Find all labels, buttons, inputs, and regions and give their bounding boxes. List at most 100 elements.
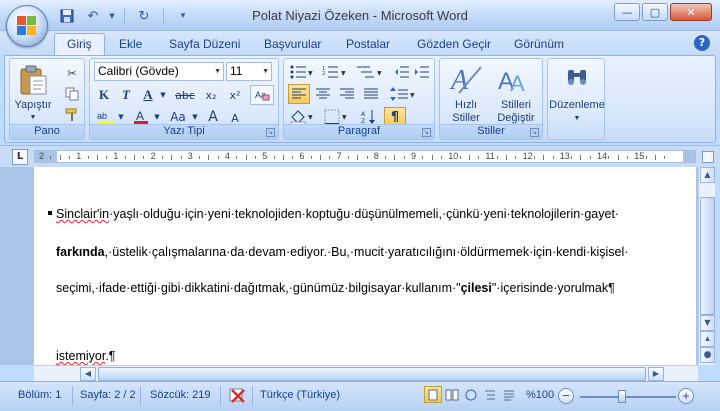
underline-button[interactable]: A (138, 85, 158, 105)
tab-gozden-gecir[interactable]: Gözden Geçir (417, 34, 491, 55)
tab-ekle[interactable]: Ekle (119, 34, 142, 55)
italic-button[interactable]: T (116, 85, 136, 105)
text-line-3[interactable]: seçimi,·ifade·ettiği·gibi·dikkatini·dağı… (56, 281, 615, 295)
cut-icon[interactable]: ✂ (62, 63, 82, 83)
print-layout-view-icon[interactable] (424, 386, 442, 403)
ruler-tick (431, 155, 433, 160)
maximize-button[interactable]: ▢ (642, 3, 668, 21)
align-right-icon[interactable] (336, 84, 358, 104)
select-browse-object-icon[interactable]: ● (700, 347, 715, 363)
line-spacing-icon[interactable]: ▼ (388, 84, 418, 104)
zoom-slider-knob[interactable] (618, 390, 626, 403)
format-painter-icon[interactable] (62, 105, 82, 125)
help-icon[interactable]: ? (694, 35, 710, 51)
zoom-slider[interactable] (580, 396, 676, 398)
misspelled-word[interactable]: istemiyor (56, 349, 105, 363)
outline-view-icon[interactable] (481, 386, 499, 403)
scroll-up-icon[interactable]: ▲ (700, 167, 715, 183)
increase-indent-icon[interactable] (412, 62, 432, 81)
font-size-combo[interactable]: 11 ▼ (226, 62, 272, 81)
paste-icon[interactable] (16, 63, 50, 97)
vertical-scroll-thumb[interactable] (700, 197, 715, 315)
office-button[interactable] (6, 5, 48, 47)
binoculars-icon[interactable] (562, 63, 592, 91)
horizontal-scrollbar[interactable]: ◀ ▶ (34, 365, 698, 381)
vertical-scrollbar[interactable]: ▲ ▼ ▴ ● (698, 167, 715, 365)
numbering-icon[interactable]: 1 2 ▼ (320, 62, 350, 81)
ruler-tick (626, 156, 628, 159)
web-layout-view-icon[interactable] (462, 386, 480, 403)
horizontal-scroll-thumb[interactable] (98, 367, 646, 381)
zoom-in-button[interactable]: + (678, 388, 694, 404)
word-count[interactable]: Sözcük: 219 (150, 389, 211, 401)
copy-icon[interactable] (62, 84, 82, 104)
text-line-2[interactable]: farkında,·üstelik·çalışmalarına·da·devam… (56, 245, 628, 259)
ruler-tick (161, 156, 163, 159)
editing-dropdown-icon[interactable]: ▼ (572, 112, 582, 125)
bullets-icon[interactable]: ▼ (288, 62, 316, 81)
ruler-tick (608, 156, 610, 159)
font-dialog-launcher-icon[interactable]: ↘ (266, 128, 275, 137)
scroll-left-icon[interactable]: ◀ (80, 367, 96, 381)
tab-gorunum[interactable]: Görünüm (514, 34, 564, 55)
paste-dropdown-icon[interactable]: ▼ (28, 111, 38, 124)
editing-button[interactable]: Düzenleme (548, 99, 606, 112)
draft-view-icon[interactable] (500, 386, 518, 403)
decrease-indent-icon[interactable] (392, 62, 412, 81)
font-name-combo[interactable]: Calibri (Gövde) ▼ (94, 62, 224, 81)
document-page[interactable]: Sinclair'in·yaşlı·olduğu·için·yeni·tekno… (34, 167, 696, 365)
bold-button[interactable]: K (94, 85, 114, 105)
change-styles-label-1[interactable]: Stilleri (490, 99, 542, 112)
tab-selector-icon[interactable]: L (12, 149, 28, 165)
ruler-tick (645, 156, 647, 159)
horizontal-ruler[interactable]: 2 1 1 2 3 4 5 6 7 8 9 10 11 12 13 14 15 (34, 150, 696, 163)
tab-giris[interactable]: Giriş (54, 33, 105, 55)
quick-styles-icon[interactable]: A (448, 62, 484, 96)
styles-dialog-launcher-icon[interactable]: ↘ (530, 128, 539, 137)
justify-icon[interactable] (360, 84, 382, 104)
superscript-button[interactable]: x² (224, 85, 246, 105)
tab-postalar[interactable]: Postalar (346, 34, 390, 55)
text-run: .¶ (105, 349, 116, 363)
zoom-level[interactable]: %100 (526, 389, 554, 401)
subscript-button[interactable]: x₂ (200, 85, 222, 105)
tab-basvurular[interactable]: Başvurular (264, 34, 321, 55)
svg-text:▼: ▼ (342, 114, 347, 121)
group-yazi-tipi: Calibri (Gövde) ▼ 11 ▼ K T A ▼ abc x₂ x²… (89, 58, 279, 140)
multilevel-list-icon[interactable]: ▼ (354, 62, 386, 81)
text-line-4[interactable]: istemiyor.¶ (56, 349, 116, 363)
quick-styles-label-1[interactable]: Hızlı (442, 99, 490, 112)
previous-page-icon[interactable]: ▴ (700, 331, 715, 347)
tab-sayfa-duzeni[interactable]: Sayfa Düzeni (169, 34, 240, 55)
page-indicator[interactable]: Sayfa: 2 / 2 (80, 389, 136, 401)
paragraph-mark-icon (48, 211, 52, 215)
section-indicator[interactable]: Bölüm: 1 (18, 389, 61, 401)
scroll-down-icon[interactable]: ▼ (700, 315, 715, 331)
text-line-1[interactable]: Sinclair'in·yaşlı·olduğu·için·yeni·tekno… (56, 207, 619, 221)
ruler-tick (552, 156, 554, 159)
ruler-tick (385, 156, 387, 159)
minimize-button[interactable]: — (614, 3, 640, 21)
proofing-icon[interactable] (228, 386, 248, 407)
zoom-out-button[interactable]: − (558, 388, 574, 404)
paragraph-dialog-launcher-icon[interactable]: ↘ (422, 128, 431, 137)
full-screen-reading-view-icon[interactable] (443, 386, 461, 403)
ruler-tick (106, 156, 108, 159)
change-styles-icon[interactable]: AA (496, 62, 532, 96)
group-label-yazi-tipi: Yazı Tipi (90, 124, 278, 139)
align-center-icon[interactable] (312, 84, 334, 104)
ruler-number: 11 (485, 151, 495, 161)
strikethrough-button[interactable]: abc (172, 85, 198, 105)
clear-formatting-icon[interactable]: Aa (250, 85, 274, 105)
misspelled-word[interactable]: Sinclair'in (56, 207, 109, 221)
scroll-right-icon[interactable]: ▶ (648, 367, 664, 381)
close-button[interactable]: ✕ (670, 3, 712, 21)
svg-text:2: 2 (322, 71, 325, 77)
underline-dropdown-icon[interactable]: ▼ (158, 85, 168, 105)
svg-text:▼: ▼ (377, 70, 382, 77)
language-indicator[interactable]: Türkçe (Türkiye) (260, 389, 340, 401)
ruler-number: 5 (262, 151, 268, 161)
align-left-icon[interactable] (288, 84, 310, 104)
title-bar: ↶ ▼ ↻ ▾ Polat Niyazi Özeken - Microsoft … (0, 0, 720, 31)
view-ruler-icon[interactable] (702, 151, 714, 163)
